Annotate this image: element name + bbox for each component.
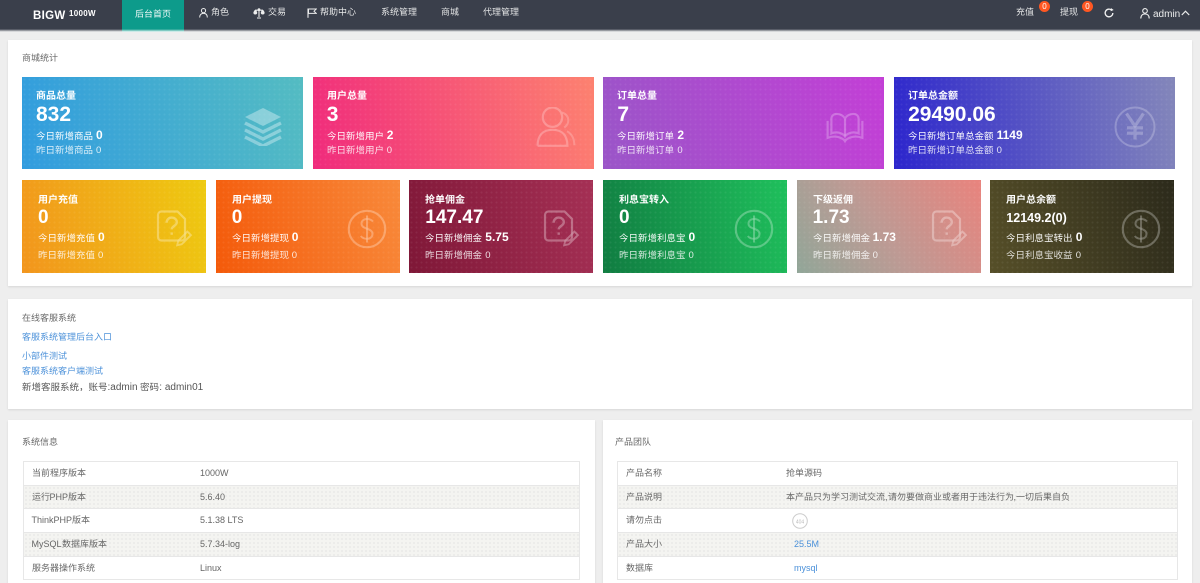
svg-text:404: 404: [796, 520, 805, 526]
